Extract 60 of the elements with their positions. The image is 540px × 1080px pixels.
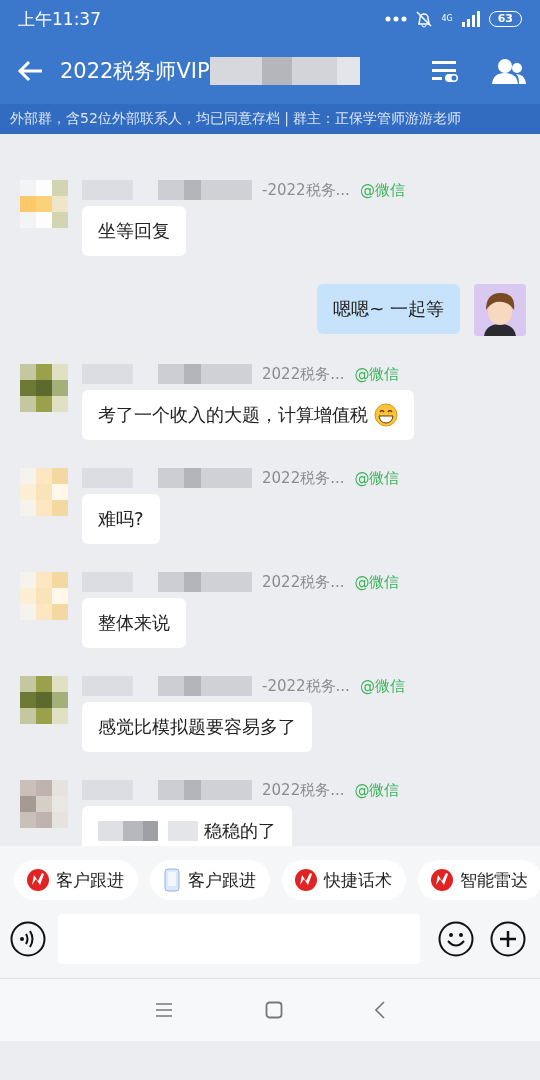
sender-name: -2022税务... — [262, 180, 350, 200]
menu-icon — [155, 1003, 173, 1017]
message-text: 难吗? — [98, 507, 144, 531]
emoji-button[interactable] — [438, 921, 474, 957]
grinning-face-icon — [374, 403, 398, 427]
smiley-icon — [438, 921, 474, 957]
quick-action-chip[interactable]: 客户跟进 — [14, 860, 138, 900]
sender-name: 2022税务... — [262, 364, 345, 384]
source-tag: @微信 — [354, 780, 400, 800]
avatar — [20, 364, 68, 412]
settings-button[interactable] — [432, 59, 458, 83]
chat-title: 2022税务师VIP — [60, 58, 210, 85]
message-text: 感觉比模拟题要容易多了 — [98, 715, 296, 739]
sender-name: -2022税务... — [262, 676, 350, 696]
more-icon — [385, 16, 408, 22]
back-arrow-icon — [16, 59, 44, 83]
voice-button[interactable] — [10, 921, 46, 957]
message-text: 嗯嗯~ 一起等 — [333, 297, 444, 321]
source-tag: @微信 — [354, 468, 400, 488]
home-nav-button[interactable] — [265, 1001, 283, 1019]
quick-action-chip[interactable]: 客户跟进 — [150, 860, 270, 900]
source-tag: @微信 — [354, 364, 400, 384]
network-label: 4G — [441, 15, 453, 23]
voice-icon — [10, 921, 46, 957]
message-text: 稳稳的了 — [204, 819, 276, 843]
add-button[interactable] — [490, 921, 526, 957]
source-tag: @微信 — [354, 572, 400, 592]
bolt-logo-icon — [430, 868, 454, 892]
plus-icon — [490, 921, 526, 957]
chevron-left-icon — [375, 1001, 385, 1019]
phone-icon — [162, 868, 182, 892]
bolt-logo-icon — [294, 868, 318, 892]
message-text: 整体来说 — [98, 611, 170, 635]
avatar — [20, 780, 68, 828]
source-tag: @微信 — [359, 180, 405, 200]
bolt-logo-icon — [26, 868, 50, 892]
quick-action-chip[interactable]: 智能雷达 — [418, 860, 540, 900]
sender-name: 2022税务... — [262, 468, 345, 488]
avatar — [20, 572, 68, 620]
avatar — [474, 284, 526, 336]
signal-icon — [460, 11, 481, 27]
avatar — [20, 180, 68, 228]
avatar — [20, 468, 68, 516]
square-icon — [265, 1001, 283, 1019]
message-text: 考了一个收入的大题，计算增值税 — [98, 403, 368, 427]
quick-action-chip[interactable]: 快捷话术 — [282, 860, 406, 900]
menu-nav-button[interactable] — [155, 1003, 173, 1017]
people-icon — [492, 58, 526, 84]
group-info-text: 外部群，含52位外部联系人，均已同意存档 | 群主：正保学管师游游老师 — [10, 110, 462, 126]
message-text: 坐等回复 — [98, 219, 170, 243]
members-button[interactable] — [492, 58, 526, 84]
list-toggle-icon — [432, 59, 458, 83]
back-nav-button[interactable] — [375, 1001, 385, 1019]
status-time: 上午11:37 — [18, 7, 102, 31]
sender-name: 2022税务... — [262, 572, 345, 592]
avatar — [20, 676, 68, 724]
back-button[interactable] — [16, 59, 44, 83]
sender-name: 2022税务... — [262, 780, 345, 800]
source-tag: @微信 — [359, 676, 405, 696]
muted-bell-icon — [415, 10, 434, 28]
